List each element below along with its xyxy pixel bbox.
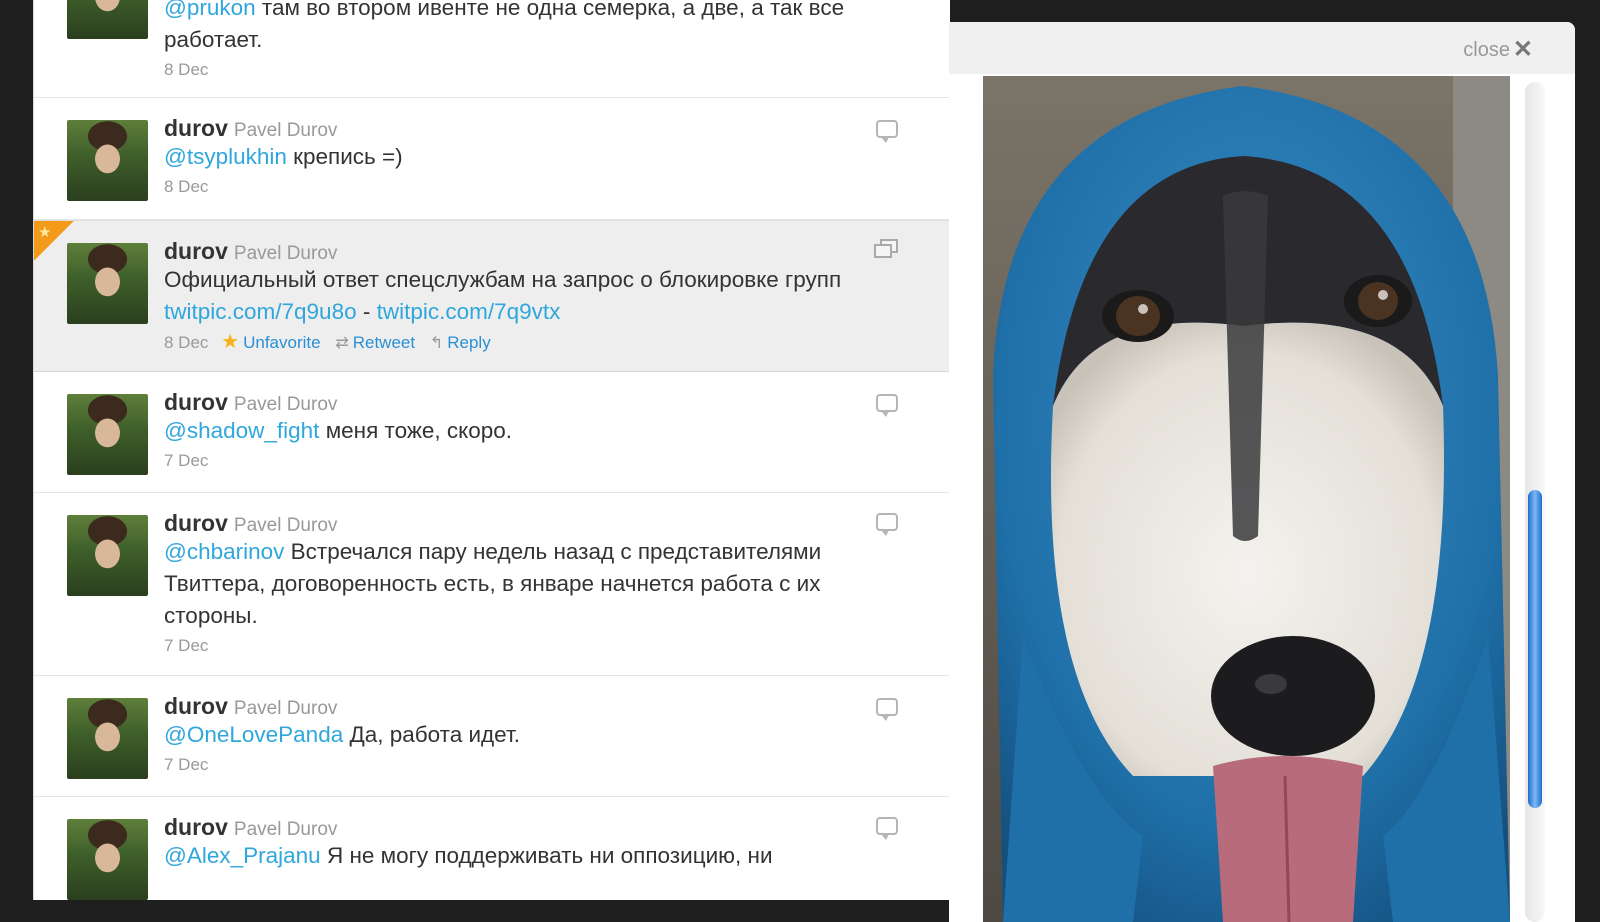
tweet-text-segment: Да, работа идет. <box>343 722 521 747</box>
tweet-text-segment: Я не могу поддерживать ни оппозицию, ни <box>320 843 773 868</box>
tweet-handle[interactable]: durov <box>164 510 228 536</box>
tweet-text-segment: меня тоже, скоро. <box>319 418 513 443</box>
tweet-handle[interactable]: durov <box>164 238 228 264</box>
tweet-text-segment: Официальный ответ спецслужбам на запрос … <box>164 267 842 292</box>
tweet-fullname: Pavel Durov <box>233 819 338 840</box>
mention-link[interactable]: @prukon <box>164 0 256 20</box>
tweet-handle[interactable]: durov <box>164 693 228 719</box>
tweet-date[interactable]: 7 Dec <box>164 449 910 473</box>
photo-gallery-icon[interactable] <box>874 239 900 261</box>
twitpic-link[interactable]: twitpic.com/7q9vtx <box>377 299 561 324</box>
close-button[interactable]: close <box>1463 39 1510 62</box>
mention-link[interactable]: @OneLovePanda <box>164 722 343 747</box>
speech-bubble-icon[interactable] <box>876 394 898 417</box>
speech-bubble-icon[interactable] <box>876 698 898 721</box>
tweet-item[interactable]: durov Pavel Durov @chbarinov Встречался п… <box>34 493 950 676</box>
tweet-text: @prukon там во втором ивенте не одна сем… <box>164 0 910 56</box>
star-icon: ★ <box>38 224 52 241</box>
speech-bubble-icon[interactable] <box>876 513 898 536</box>
tweet-item[interactable]: durov Pavel Durov @tsyplukhin крепись =) … <box>34 98 950 220</box>
tweet-date[interactable]: 8 Dec <box>164 58 910 82</box>
speech-bubble-icon[interactable] <box>876 120 898 143</box>
retweet-icon[interactable]: ⇄ <box>335 335 348 352</box>
tweet-handle[interactable]: durov <box>164 389 228 415</box>
tweet-timeline: @prukon там во втором ивенте не одна сем… <box>33 0 950 900</box>
avatar[interactable] <box>67 243 148 324</box>
tweet-fullname: Pavel Durov <box>233 394 338 415</box>
tweet-actions: ★ Unfavorite ⇄ Retweet ↰ Reply <box>213 331 491 353</box>
avatar[interactable] <box>67 515 148 596</box>
unfavorite-button[interactable]: Unfavorite <box>243 333 320 352</box>
tweet-text: @Alex_Prajanu Я не могу поддерживать ни … <box>164 840 910 872</box>
photo-viewer-modal: close ✕ <box>949 22 1575 922</box>
tweet-text: @shadow_fight меня тоже, скоро. <box>164 415 910 447</box>
tweet-text-segment: крепись =) <box>286 144 403 169</box>
mention-link[interactable]: @shadow_fight <box>164 418 319 443</box>
tweet-text: @OneLovePanda Да, работа идет. <box>164 719 910 751</box>
mention-link[interactable]: @Alex_Prajanu <box>164 843 321 868</box>
tweet-date[interactable]: 7 Dec <box>164 753 910 777</box>
avatar[interactable] <box>67 394 148 475</box>
avatar[interactable] <box>67 120 148 201</box>
tweet-text: @chbarinov Встречался пару недель назад … <box>164 536 910 632</box>
tweet-date[interactable]: 7 Dec <box>164 634 910 658</box>
tweet-item[interactable]: @prukon там во втором ивенте не одна сем… <box>34 0 950 98</box>
reply-button[interactable]: Reply <box>447 333 490 352</box>
avatar[interactable] <box>67 819 148 900</box>
tweet-item[interactable]: durov Pavel Durov @OneLovePanda Да, работ… <box>34 676 950 797</box>
mention-link[interactable]: @tsyplukhin <box>164 144 287 169</box>
modal-scrollbar-thumb[interactable] <box>1528 490 1542 808</box>
avatar[interactable] <box>67 0 148 39</box>
tweet-fullname: Pavel Durov <box>233 120 338 141</box>
tweet-item-selected[interactable]: ★ durov Pavel Durov Официальный ответ спе… <box>34 220 950 372</box>
modal-header: close ✕ <box>949 22 1575 74</box>
tweet-date[interactable]: 8 Dec <box>164 333 208 352</box>
tweet-handle[interactable]: durov <box>164 814 228 840</box>
tweet-fullname: Pavel Durov <box>233 243 338 264</box>
tweet-text-segment: - <box>356 299 377 324</box>
retweet-button[interactable]: Retweet <box>353 333 415 352</box>
tweet-text-segment: там во втором ивенте не одна семерка, а … <box>164 0 845 52</box>
tweet-fullname: Pavel Durov <box>233 515 338 536</box>
twitpic-link[interactable]: twitpic.com/7q9u8o <box>164 299 357 324</box>
reply-arrow-icon[interactable]: ↰ <box>430 335 443 352</box>
tweet-fullname: Pavel Durov <box>233 698 338 719</box>
tweet-text: Официальный ответ спецслужбам на запрос … <box>164 264 910 328</box>
tweet-text: @tsyplukhin крепись =) <box>164 141 910 173</box>
tweet-item[interactable]: durov Pavel Durov @Alex_Prajanu Я не могу… <box>34 797 950 900</box>
speech-bubble-icon[interactable] <box>876 817 898 840</box>
close-icon[interactable]: ✕ <box>1513 35 1533 64</box>
photo-illustration <box>983 76 1510 922</box>
tweet-date[interactable]: 8 Dec <box>164 175 910 199</box>
tweet-footer: 8 Dec ★ Unfavorite ⇄ Retweet ↰ Reply <box>164 330 910 356</box>
mention-link[interactable]: @chbarinov <box>164 539 284 564</box>
tweet-handle[interactable]: durov <box>164 115 228 141</box>
modal-scrollbar[interactable] <box>1525 82 1545 922</box>
avatar[interactable] <box>67 698 148 779</box>
star-icon[interactable]: ★ <box>221 331 239 353</box>
tweet-item[interactable]: durov Pavel Durov @shadow_fight меня тоже… <box>34 372 950 493</box>
husky-in-hoodie-photo <box>983 76 1510 922</box>
